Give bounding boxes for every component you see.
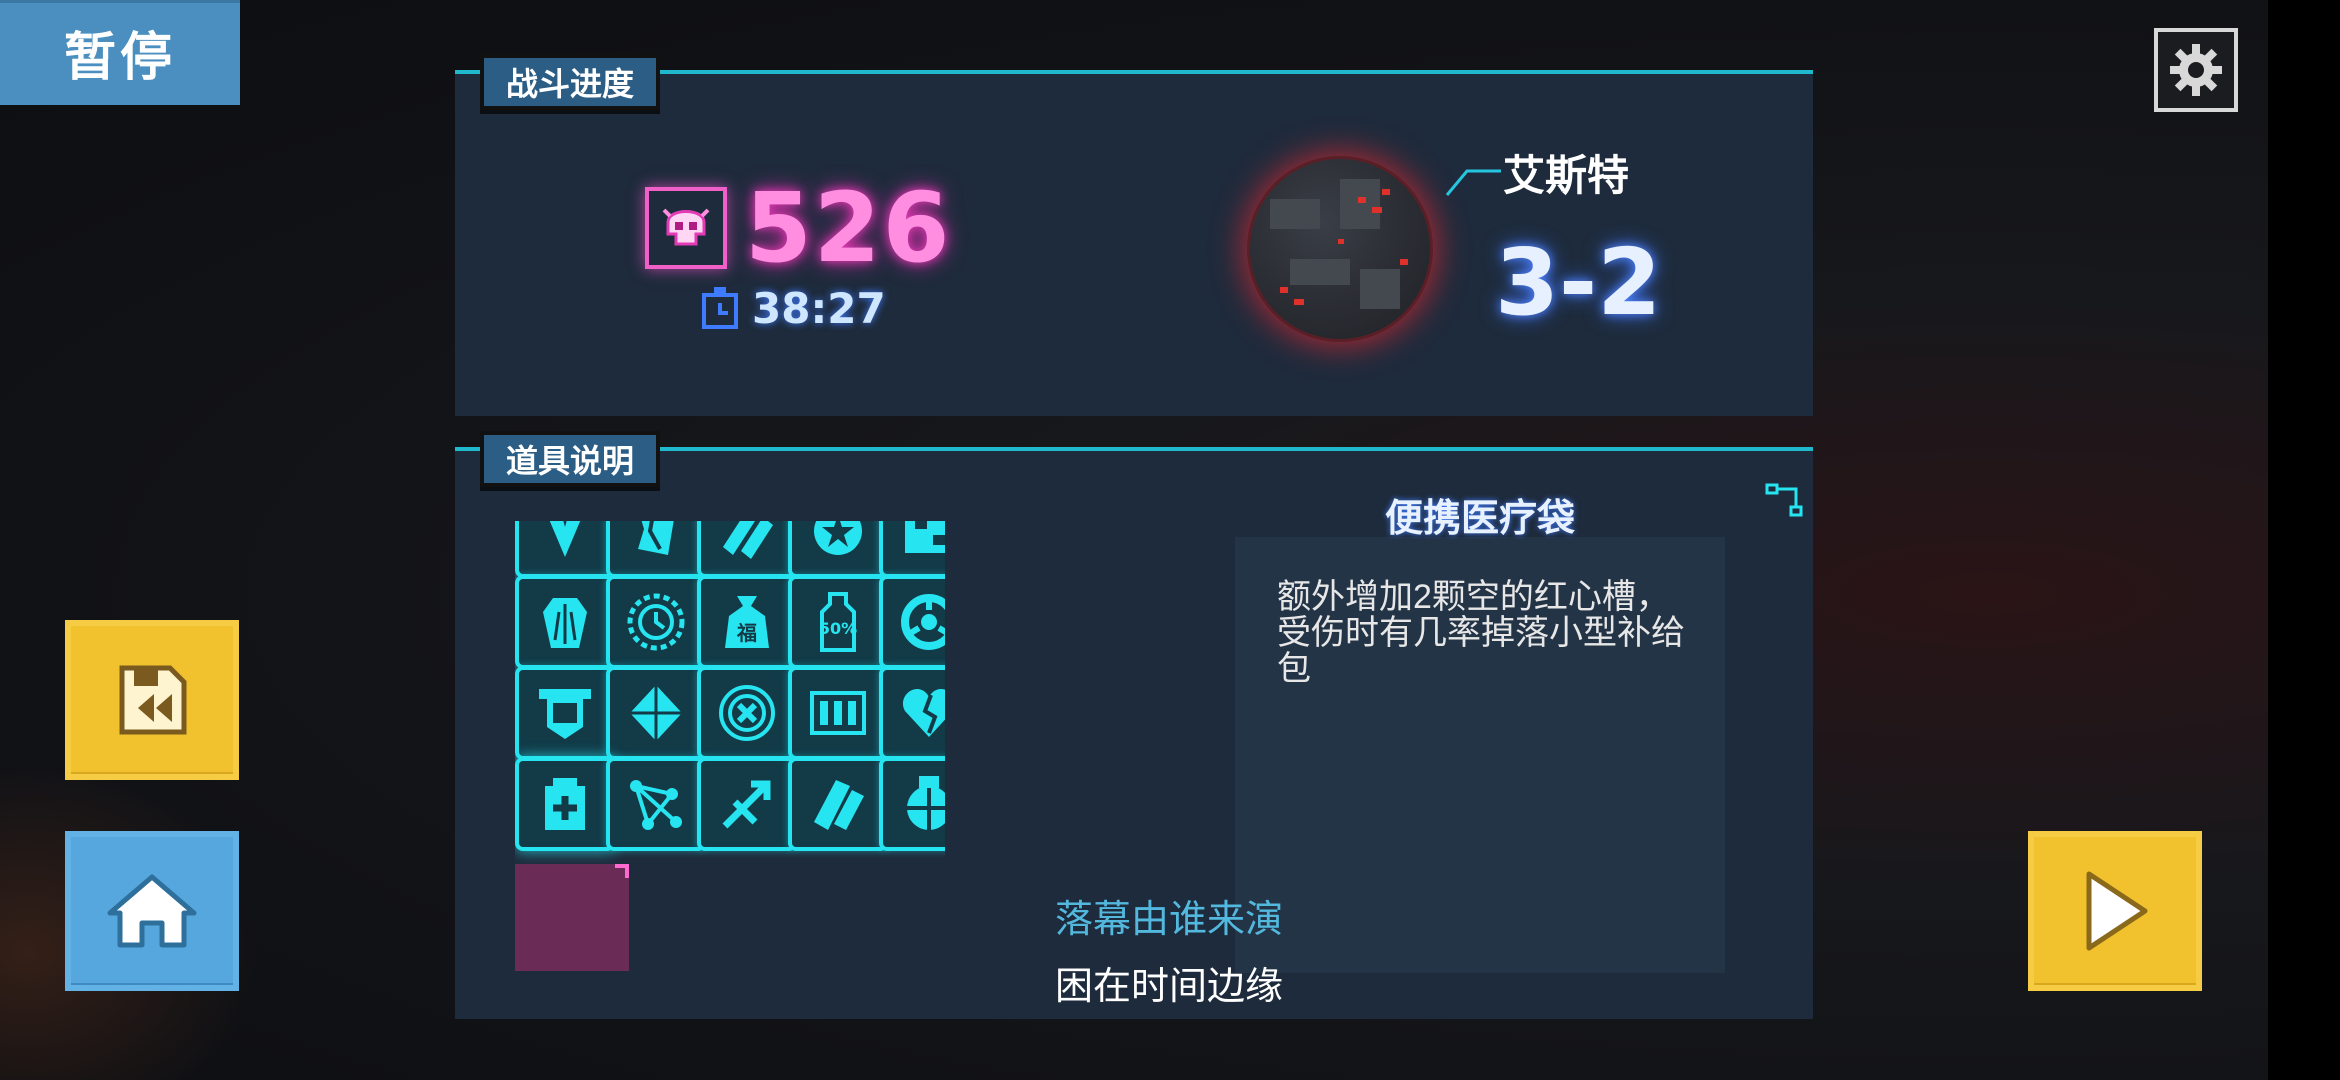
battle-progress-panel: 战斗进度 526 38:27 艾斯特 3-2	[455, 54, 1813, 416]
item-slot[interactable]	[515, 757, 615, 851]
broken-heart-icon	[902, 689, 945, 737]
item-slot[interactable]	[879, 521, 945, 578]
crystal-icon	[543, 598, 587, 648]
diamond-icon	[630, 685, 682, 741]
item-slot[interactable]	[697, 757, 797, 851]
cards-icon	[814, 780, 864, 830]
double-bullet-icon	[723, 521, 773, 559]
home-button[interactable]	[65, 831, 239, 991]
item-slot[interactable]	[606, 521, 706, 578]
save-exit-button[interactable]	[65, 620, 239, 780]
kill-counter: 526	[645, 172, 951, 284]
medkit-icon	[545, 778, 585, 830]
arrows-icon	[722, 780, 771, 829]
item-slot[interactable]	[879, 757, 945, 851]
gear-icon	[2170, 44, 2222, 96]
items-panel-label: 道具说明	[480, 431, 661, 487]
svg-text:50%: 50%	[819, 619, 857, 638]
expand-icon[interactable]	[1765, 483, 1805, 519]
item-slot[interactable]	[515, 575, 615, 669]
bullets-icon	[810, 691, 866, 735]
battle-time: 38:27	[752, 284, 886, 333]
location-name: 艾斯特	[1503, 152, 1630, 199]
cancel-circle-icon	[719, 685, 775, 741]
skull-icon	[645, 187, 727, 269]
item-slot[interactable]: 50%	[788, 575, 888, 669]
item-slot[interactable]	[788, 521, 888, 578]
pocket-icon	[539, 689, 591, 739]
discount-bottle-icon: 50%	[819, 592, 857, 652]
item-slot[interactable]	[879, 575, 945, 669]
item-slot[interactable]	[515, 666, 615, 760]
item-grid[interactable]: 福 50%	[515, 521, 945, 971]
item-slot[interactable]	[606, 666, 706, 760]
battle-progress-label: 战斗进度	[480, 54, 661, 110]
target-ring-icon	[901, 594, 945, 650]
star-badge-icon	[814, 521, 862, 555]
item-slot[interactable]	[788, 757, 888, 851]
item-slot[interactable]	[788, 666, 888, 760]
lyric-line-2: 困在时间边缘	[1055, 966, 1284, 1008]
item-slot[interactable]	[879, 666, 945, 760]
globe-lock-icon	[907, 776, 945, 830]
kill-count: 526	[745, 172, 952, 284]
fortune-bag-icon: 福	[725, 596, 769, 648]
lyric-line-1: 落幕由谁来演	[1055, 899, 1284, 941]
pause-title: 暂停	[0, 0, 240, 105]
home-icon	[107, 874, 197, 948]
stage-number: 3-2	[1495, 229, 1662, 336]
item-slot[interactable]: 福	[697, 575, 797, 669]
resume-button[interactable]	[2028, 831, 2202, 991]
selected-highlight	[515, 864, 629, 971]
clock-gear-icon	[627, 593, 685, 651]
stopwatch-icon	[702, 286, 738, 329]
item-slot[interactable]	[515, 521, 615, 578]
screen-edge	[2268, 0, 2340, 1080]
pixel-mask-icon	[905, 521, 945, 553]
item-name: 便携医疗袋	[1384, 498, 1575, 540]
shield-break-icon	[638, 521, 674, 555]
item-slot[interactable]	[697, 521, 797, 578]
network-icon	[630, 780, 682, 830]
save-rewind-icon	[119, 665, 187, 735]
arrow-down-icon	[549, 521, 581, 557]
location-pointer	[1445, 169, 1501, 196]
item-slot[interactable]	[606, 575, 706, 669]
item-slot[interactable]	[697, 666, 797, 760]
planet-minimap	[1250, 159, 1430, 339]
battle-timer: 38:27	[700, 284, 886, 333]
item-description: 额外增加2颗空的红心槽，受伤时有几率掉落小型补给包	[1277, 578, 1685, 688]
item-slot[interactable]	[606, 757, 706, 851]
play-icon	[2086, 871, 2148, 951]
settings-button[interactable]	[2154, 28, 2238, 112]
description-box: 额外增加2颗空的红心槽，受伤时有几率掉落小型补给包	[1235, 537, 1725, 973]
svg-text:福: 福	[736, 621, 757, 645]
